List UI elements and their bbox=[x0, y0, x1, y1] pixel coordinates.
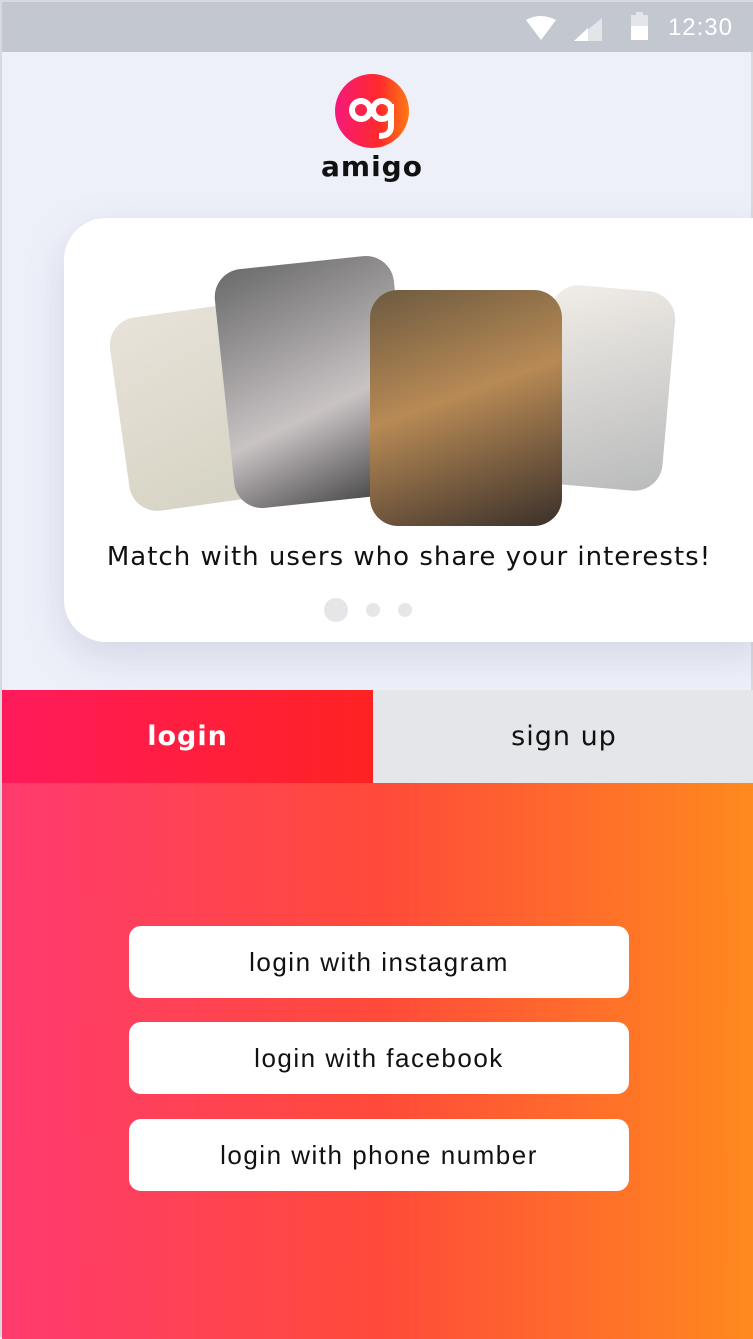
tab-sign-up[interactable]: sign up bbox=[373, 690, 753, 783]
clock: 12:30 bbox=[667, 14, 733, 41]
brand-name: amigo bbox=[321, 150, 423, 183]
page-dot-1[interactable] bbox=[324, 598, 348, 622]
login-phone-button[interactable]: login with phone number bbox=[129, 1119, 629, 1191]
profile-photo-3 bbox=[370, 290, 562, 526]
battery-icon bbox=[631, 12, 648, 40]
wifi-signal-icons bbox=[526, 16, 602, 41]
carousel-caption: Match with users who share your interest… bbox=[106, 542, 712, 572]
logo-glyph-icon bbox=[349, 98, 394, 139]
app-logo bbox=[335, 74, 409, 148]
login-panel: login with instagram login with facebook… bbox=[2, 783, 753, 1339]
login-instagram-button[interactable]: login with instagram bbox=[129, 926, 629, 998]
login-facebook-button[interactable]: login with facebook bbox=[129, 1022, 629, 1094]
tab-login[interactable]: login bbox=[2, 690, 373, 783]
page-dot-2[interactable] bbox=[366, 603, 380, 617]
carousel-pagination[interactable] bbox=[324, 598, 412, 622]
onboarding-carousel[interactable]: Match with users who share your interest… bbox=[64, 218, 753, 642]
status-bar: 12:30 bbox=[2, 2, 753, 52]
page-dot-3[interactable] bbox=[398, 603, 412, 617]
